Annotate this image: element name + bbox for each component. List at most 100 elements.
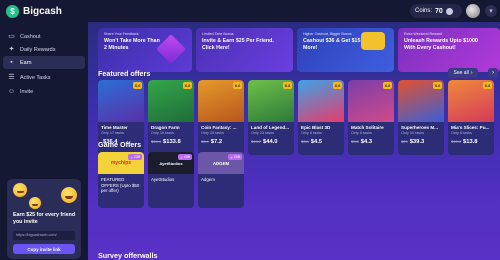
game-offer-name: AyetStudios <box>151 177 175 182</box>
banner-feedback[interactable]: Share Your Feedback Won't Take More Than… <box>98 28 192 72</box>
gift-icon: ✧ <box>229 155 234 160</box>
banner-weekend-reward[interactable]: Extra Weekend Reward Unleash Rewards Upt… <box>398 28 500 72</box>
banner-headline: Unleash Rewards Upto $1000 With Every Ca… <box>404 38 478 51</box>
game-offer-card[interactable]: ADGEM ✧ Gift Adgem <box>198 152 244 208</box>
offer-current-price: $13.8 <box>463 139 478 145</box>
banner-headline: Won't Take More Than 2 Minutes <box>104 38 160 51</box>
offer-tasks: Only 16 tasks <box>151 131 175 135</box>
offer-card[interactable]: X.6 Superheroes M... Only 10 tasks $29 $39.3 <box>398 80 444 155</box>
offer-current-price: $7.2 <box>210 139 223 145</box>
offer-price: $44.4 $133.8 <box>151 139 181 145</box>
brand-name: Bigcash <box>23 5 62 17</box>
top-bar: $ Bigcash Coins: 70 ▾ <box>0 0 500 22</box>
offer-old-price: $3.8 <box>351 139 359 144</box>
offer-current-price: $4.3 <box>360 139 373 145</box>
copy-invite-link-button[interactable]: Copy invite link <box>13 244 75 254</box>
offer-price: $29 $39.3 <box>401 139 424 145</box>
game-offers-title: Game Offers <box>98 140 142 149</box>
sidebar-item-cashout[interactable]: ▭ Cashout <box>3 30 85 43</box>
sidebar-item-label: Invite <box>20 88 34 95</box>
gift-badge: ✧ Gift <box>177 154 192 160</box>
offer-old-price: $44.4 <box>151 139 162 144</box>
sidebar-item-active-tasks[interactable]: ☰ Active Tasks <box>3 71 85 84</box>
offer-card[interactable]: X.6 Match Solitaire Only 8 tasks $3.8 $4.3 <box>348 80 394 155</box>
gift-icon: ✧ <box>179 155 184 160</box>
coins-value: 70 <box>435 7 443 15</box>
multiplier-badge: X.6 <box>233 82 242 89</box>
offer-old-price: $29 <box>401 139 408 144</box>
app-window: $ Bigcash Coins: 70 ▾ ▭ Cashout ✦ Daily … <box>0 0 500 260</box>
multiplier-badge: X.6 <box>183 82 192 89</box>
offer-current-price: $39.3 <box>409 139 425 145</box>
offer-card[interactable]: X.6 Coin Fantasy: ... Only 25 tasks $6.4 $7.… <box>198 80 244 155</box>
earn-icon: ▪ <box>10 59 13 66</box>
offer-name: Time Master <box>101 125 128 130</box>
gem-icon <box>156 34 186 64</box>
main-content: Share Your Feedback Won't Take More Than… <box>88 22 500 260</box>
see-all-label: See all <box>453 70 469 76</box>
offer-price: $12.8 $13.8 <box>451 139 478 145</box>
offer-old-price: $3.8 <box>301 139 309 144</box>
avatar[interactable] <box>466 4 480 18</box>
offer-current-price: $133.8 <box>163 139 181 145</box>
offer-price: $3.8 $4.3 <box>351 139 372 145</box>
offer-name: Land of Legend... <box>251 125 290 130</box>
multiplier-badge: X.6 <box>483 82 492 89</box>
gift-label: Gift <box>134 155 140 159</box>
offer-current-price: $44.0 <box>263 139 278 145</box>
offer-name: Superheroes M... <box>401 125 439 130</box>
banner-cashout-bonus[interactable]: Higher Cashout, Bigger Bonus Cashout $36… <box>297 28 394 72</box>
promo-title: Earn $25 for every friend you invite <box>13 212 76 225</box>
sidebar-item-invite[interactable]: ☺ Invite <box>3 85 85 98</box>
offer-price: $6.4 $7.2 <box>201 139 222 145</box>
sidebar-item-earn[interactable]: ▪ Earn <box>3 56 85 69</box>
money-face-icon <box>13 183 27 197</box>
multiplier-badge: X.6 <box>283 82 292 89</box>
sidebar-item-label: Earn <box>20 59 32 66</box>
gift-icon: ✧ <box>129 155 134 160</box>
offer-price: $3.8 $4.5 <box>301 139 322 145</box>
banner-headline: Cashout $36 & Get $15 More! <box>303 38 361 51</box>
gift-label: Gift <box>184 155 190 159</box>
banner-kicker: Limited Time Bonus <box>202 32 234 36</box>
offer-old-price: $6.4 <box>201 139 209 144</box>
coins-balance[interactable]: Coins: 70 <box>410 4 462 18</box>
offer-name: Dragon Farm <box>151 125 180 130</box>
offer-current-price: $4.5 <box>310 139 323 145</box>
chevron-down-icon[interactable]: ▾ <box>485 5 497 17</box>
money-face-icon <box>61 187 77 203</box>
offer-card[interactable]: X.6 Epic Blast 3D Only 8 tasks $3.8 $4.5 <box>298 80 344 155</box>
offer-price: $44.7 $44.0 <box>251 139 278 145</box>
sidebar-item-daily-rewards[interactable]: ✦ Daily Rewards <box>3 43 85 56</box>
offer-tasks: Only 8 tasks <box>351 131 372 135</box>
invite-link-field[interactable]: https://bigcashweb.com/ <box>13 231 75 240</box>
offer-name: Match Solitaire <box>351 125 384 130</box>
game-offer-card[interactable]: mychips ✧ Gift FEATURED OFFERS (Upto $50 … <box>98 152 144 208</box>
gift-badge: ✧ Gift <box>127 154 142 160</box>
offer-card[interactable]: X.6 Dragon Farm Only 16 tasks $44.4 $133.8 <box>148 80 194 155</box>
featured-offers-title: Featured offers <box>98 69 151 78</box>
cash-icon <box>361 32 385 50</box>
brand-logo[interactable]: $ Bigcash <box>6 4 62 18</box>
coins-label: Coins: <box>415 8 433 14</box>
see-all-button[interactable]: See all › <box>448 68 478 78</box>
offer-name: Mia's Slices: Pu... <box>451 125 490 130</box>
chevron-right-icon: › <box>470 70 473 76</box>
offer-card[interactable]: X.6 Mia's Slices: Pu... Only 8 tasks $12.8 $… <box>448 80 494 155</box>
game-offer-card[interactable]: AyetStudios ✧ Gift AyetStudios <box>148 152 194 208</box>
money-face-icon <box>29 197 41 209</box>
game-offer-name: Adgem <box>201 177 215 182</box>
offer-tasks: Only 25 tasks <box>201 131 225 135</box>
bigcash-logo-icon: $ <box>6 4 19 18</box>
offer-name: Epic Blast 3D <box>301 125 331 130</box>
banner-headline: Invite & Earn $25 Per Friend. Click Here… <box>202 38 274 51</box>
offer-card[interactable]: X.6 Land of Legend... Only 23 tasks $44.7 $4… <box>248 80 294 155</box>
invite-icon: ☺ <box>7 88 16 95</box>
banner-invite[interactable]: Limited Time Bonus Invite & Earn $25 Per… <box>196 28 293 72</box>
sidebar-item-label: Active Tasks <box>20 74 51 81</box>
gift-icon: ✦ <box>8 46 15 53</box>
sidebar-item-label: Daily Rewards <box>20 46 56 53</box>
offer-tasks: Only 8 tasks <box>451 131 472 135</box>
coin-icon <box>445 7 453 15</box>
carousel-next-button[interactable]: › <box>488 68 498 78</box>
